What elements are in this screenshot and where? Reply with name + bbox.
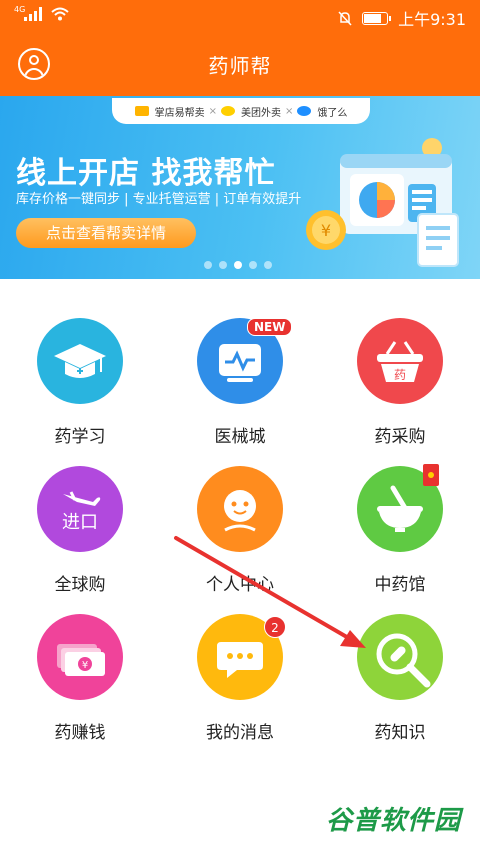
grid-item-label: 我的消息 — [206, 723, 274, 743]
airplane-text: 进口 — [62, 512, 98, 533]
grid-item-label: 药赚钱 — [54, 723, 106, 743]
grid-item-devices[interactable]: NEW 医械城 — [160, 318, 320, 458]
partner-separator: × — [208, 105, 217, 117]
eleme-logo-icon — [297, 106, 312, 116]
grid-item-tcm[interactable]: 中药馆 — [320, 464, 480, 606]
carousel-dot[interactable] — [264, 261, 272, 269]
promo-banner[interactable]: 掌店易帮卖 × 美团外卖 × 饿了么 线上开店 找我帮忙 库存价格一键同步 | … — [0, 96, 480, 279]
basket-icon: 药 — [357, 318, 443, 404]
coin-symbol: ¥ — [321, 221, 331, 240]
basket-text: 药 — [394, 368, 406, 382]
graduation-cap-icon — [37, 318, 123, 404]
new-badge: NEW — [247, 318, 293, 336]
clock: 上午9:31 — [398, 10, 466, 29]
mute-bell-icon — [338, 10, 352, 26]
kangaroo-logo-icon — [221, 106, 235, 116]
partner-logo-icon — [134, 106, 149, 116]
money-symbol: ¥ — [82, 660, 88, 671]
partner-name: 掌店易帮卖 — [154, 107, 205, 119]
app-header: 药师帮 — [0, 32, 480, 96]
grid-item-global[interactable]: 进口 全球购 — [0, 466, 160, 606]
carousel-dots[interactable] — [204, 261, 272, 269]
grid-item-messages[interactable]: 我的消息 — [160, 614, 320, 754]
watermark-part-b: 软件园 — [380, 806, 462, 836]
grid-item-label: 中药馆 — [374, 575, 426, 595]
grid-item-label: 药学习 — [54, 427, 106, 447]
grid-item-label: 医械城 — [214, 427, 266, 447]
store-window-chart-icon: ¥ — [306, 138, 459, 267]
grid-item-study[interactable]: 药学习 — [0, 318, 160, 458]
money-icon: ¥ — [37, 614, 123, 700]
signal-icon — [24, 7, 42, 21]
watermark-part-a: 谷普 — [326, 806, 381, 836]
grid-item-label: 药采购 — [374, 427, 426, 447]
status-right: 上午9:31 — [338, 6, 466, 30]
carousel-dot[interactable] — [204, 261, 212, 269]
banner-cta-button[interactable]: 点击查看帮卖详情 — [16, 218, 196, 248]
partner-strip: 掌店易帮卖 × 美团外卖 × 饿了么 — [112, 98, 370, 124]
status-left: 4G — [14, 5, 69, 21]
partner-name: 美团外卖 — [241, 107, 281, 119]
carousel-dot[interactable] — [219, 261, 227, 269]
grid-item-label: 药知识 — [374, 723, 426, 743]
person-icon — [197, 466, 283, 552]
carousel-dot[interactable] — [234, 261, 242, 269]
carousel-dot[interactable] — [249, 261, 257, 269]
partner-name: 饿了么 — [317, 107, 348, 119]
watermark: 谷普软件园 — [326, 800, 461, 837]
banner-headline: 线上开店 找我帮忙 — [16, 156, 276, 191]
grid-item-earn[interactable]: ¥ 药赚钱 — [0, 614, 160, 754]
battery-icon — [362, 11, 392, 25]
magnifier-pill-icon — [357, 614, 443, 700]
wifi-icon — [51, 7, 69, 21]
message-count-badge: 2 — [264, 616, 286, 638]
airplane-icon: 进口 — [37, 466, 123, 552]
partner-separator: × — [285, 105, 294, 117]
grid-item-label: 全球购 — [54, 575, 106, 595]
app-header-background: 4G 上午9:31 药师帮 — [0, 0, 480, 96]
grid-item-profile[interactable]: 个人中心 — [160, 466, 320, 606]
network-type: 4G — [14, 5, 26, 14]
grid-item-label: 个人中心 — [206, 575, 274, 595]
banner-subtitle: 库存价格一键同步 | 专业托管运营 | 订单有效提升 — [16, 192, 302, 207]
red-packet-icon — [423, 464, 439, 486]
status-bar: 4G 上午9:31 — [0, 0, 480, 32]
grid-item-knowledge[interactable]: 药知识 — [320, 614, 480, 754]
grid-item-purchase[interactable]: 药 药采购 — [320, 318, 480, 458]
page-title: 药师帮 — [208, 54, 272, 78]
